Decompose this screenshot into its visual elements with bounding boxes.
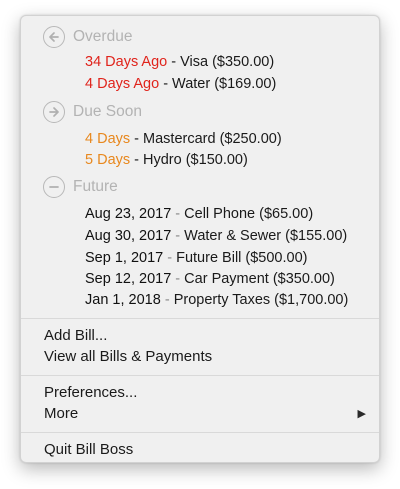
bill-detail: - Visa ($350.00) bbox=[167, 54, 275, 70]
bill-item-cell-phone[interactable]: Aug 23, 2017 - Cell Phone ($65.00) bbox=[85, 203, 313, 225]
section-label-future: Future bbox=[73, 178, 118, 195]
section-overdue: Overdue bbox=[43, 24, 132, 50]
preferences-menu-item[interactable]: Preferences... bbox=[21, 382, 379, 404]
arrow-right-circle-icon bbox=[43, 101, 65, 123]
bill-due: Jan 1, 2018 bbox=[85, 292, 161, 308]
bill-due: 34 Days Ago bbox=[85, 54, 168, 70]
bill-separator: - bbox=[171, 271, 185, 287]
bill-detail: - Water ($169.00) bbox=[159, 76, 277, 92]
status-bar-menu: Overdue 34 Days Ago - Visa ($350.00) 4 D… bbox=[20, 15, 380, 463]
view-all-bills-menu-item[interactable]: View all Bills & Payments bbox=[21, 346, 379, 368]
bill-detail: - Hydro ($150.00) bbox=[130, 152, 248, 168]
quit-menu-item[interactable]: Quit Bill Boss bbox=[21, 439, 379, 461]
more-label: More bbox=[44, 405, 79, 422]
menu-divider bbox=[21, 318, 379, 319]
bill-due: Aug 23, 2017 bbox=[85, 206, 172, 222]
section-label-overdue: Overdue bbox=[73, 28, 133, 45]
arrow-left-circle-icon bbox=[43, 26, 65, 48]
bill-item-water[interactable]: 4 Days Ago - Water ($169.00) bbox=[85, 73, 276, 95]
bill-due: 4 Days bbox=[85, 131, 131, 147]
bill-separator: - bbox=[163, 250, 177, 266]
bill-item-car-payment[interactable]: Sep 12, 2017 - Car Payment ($350.00) bbox=[85, 268, 335, 290]
section-label-due-soon: Due Soon bbox=[73, 103, 142, 120]
bill-item-water-sewer[interactable]: Aug 30, 2017 - Water & Sewer ($155.00) bbox=[85, 225, 347, 247]
minus-circle-icon bbox=[43, 176, 65, 198]
bill-detail: - Mastercard ($250.00) bbox=[130, 131, 282, 147]
bill-due: Aug 30, 2017 bbox=[85, 228, 172, 244]
submenu-arrow-icon: ▶ bbox=[357, 408, 366, 420]
bill-separator: - bbox=[160, 292, 174, 308]
section-future: Future bbox=[43, 174, 118, 200]
bill-due: Sep 1, 2017 bbox=[85, 250, 164, 266]
bill-detail: Property Taxes ($1,700.00) bbox=[173, 292, 349, 308]
bill-due: Sep 12, 2017 bbox=[85, 271, 172, 287]
bill-detail: Cell Phone ($65.00) bbox=[184, 206, 314, 222]
bill-due: 5 Days bbox=[85, 152, 131, 168]
bill-separator: - bbox=[171, 206, 185, 222]
bill-detail: Water & Sewer ($155.00) bbox=[184, 228, 348, 244]
bill-detail: Future Bill ($500.00) bbox=[176, 250, 308, 266]
bill-due: 4 Days Ago bbox=[85, 76, 160, 92]
section-due-soon: Due Soon bbox=[43, 99, 142, 125]
bill-item-property-taxes[interactable]: Jan 1, 2018 - Property Taxes ($1,700.00) bbox=[85, 289, 348, 311]
menu-divider bbox=[21, 375, 379, 376]
bill-item-hydro[interactable]: 5 Days - Hydro ($150.00) bbox=[85, 149, 248, 171]
more-menu-item[interactable]: More ▶ bbox=[21, 403, 379, 425]
bill-separator: - bbox=[171, 228, 185, 244]
bill-detail: Car Payment ($350.00) bbox=[184, 271, 335, 287]
bill-item-mastercard[interactable]: 4 Days - Mastercard ($250.00) bbox=[85, 128, 282, 150]
bill-item-future-bill[interactable]: Sep 1, 2017 - Future Bill ($500.00) bbox=[85, 247, 307, 269]
menu-divider bbox=[21, 432, 379, 433]
bill-item-visa[interactable]: 34 Days Ago - Visa ($350.00) bbox=[85, 51, 274, 73]
add-bill-menu-item[interactable]: Add Bill... bbox=[21, 325, 379, 347]
